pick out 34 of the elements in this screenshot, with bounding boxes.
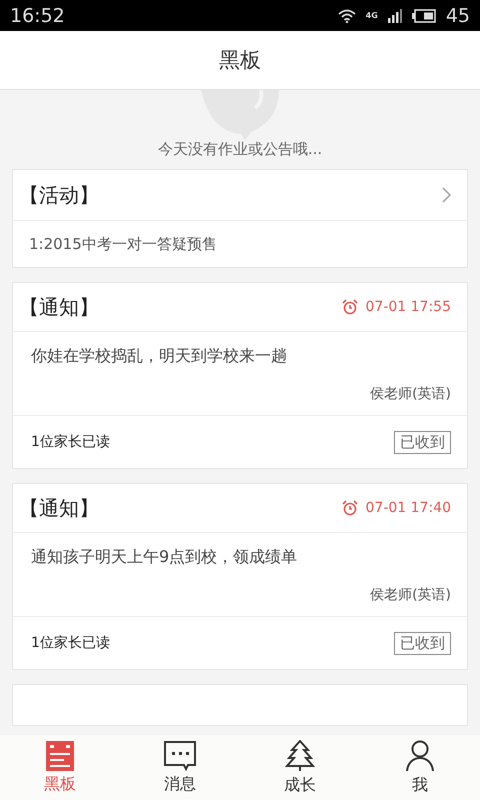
signal-icon (388, 8, 402, 22)
battery-icon (412, 8, 436, 22)
page-title: 黑板 (219, 47, 261, 74)
teacher-name: 侯老师(英语) (370, 385, 451, 403)
clock-time: 16:52 (10, 4, 65, 26)
received-button[interactable]: 已收到 (394, 632, 451, 654)
empty-message: 今天没有作业或公告哦... (158, 140, 322, 159)
read-count: 1位家长已读 (30, 433, 110, 451)
alarm-clock-icon (342, 299, 358, 315)
notice-text: 通知孩子明天上午9点到校，领成绩单 (31, 547, 298, 568)
nav-tab[interactable]: 我 (360, 735, 480, 800)
nav-tab[interactable]: 消息 (120, 735, 240, 800)
nav-tab[interactable]: 成长 (240, 735, 360, 800)
network-type: 4G (366, 11, 378, 20)
received-button[interactable]: 已收到 (394, 430, 451, 454)
chevron-right-icon[interactable] (442, 187, 451, 203)
activity-card[interactable]: 【活动】 1:2015中考一对一答疑预售 (12, 169, 468, 268)
activity-item[interactable]: 1:2015中考一对一答疑预售 (19, 234, 217, 254)
tree-icon (285, 740, 315, 772)
alarm-clock-icon (342, 500, 358, 516)
wifi-icon (338, 8, 356, 22)
teacher-name: 侯老师(英语) (370, 586, 451, 604)
notice-time: 07-01 17:40 (342, 500, 451, 516)
nav-tab[interactable]: 黑板 (0, 735, 120, 800)
board-icon (46, 740, 74, 770)
person-icon (405, 740, 435, 772)
battery-level: 45 (446, 4, 470, 26)
read-count: 1位家长已读 (30, 634, 110, 652)
card-title: 【通知】 (19, 494, 99, 522)
notice-text: 你娃在学校捣乱，明天到学校来一趟 (31, 346, 288, 367)
card-title: 【通知】 (19, 294, 99, 320)
card-title: 【活动】 (19, 182, 99, 208)
chat-icon (164, 740, 196, 770)
notice-time: 07-01 17:55 (342, 299, 451, 315)
